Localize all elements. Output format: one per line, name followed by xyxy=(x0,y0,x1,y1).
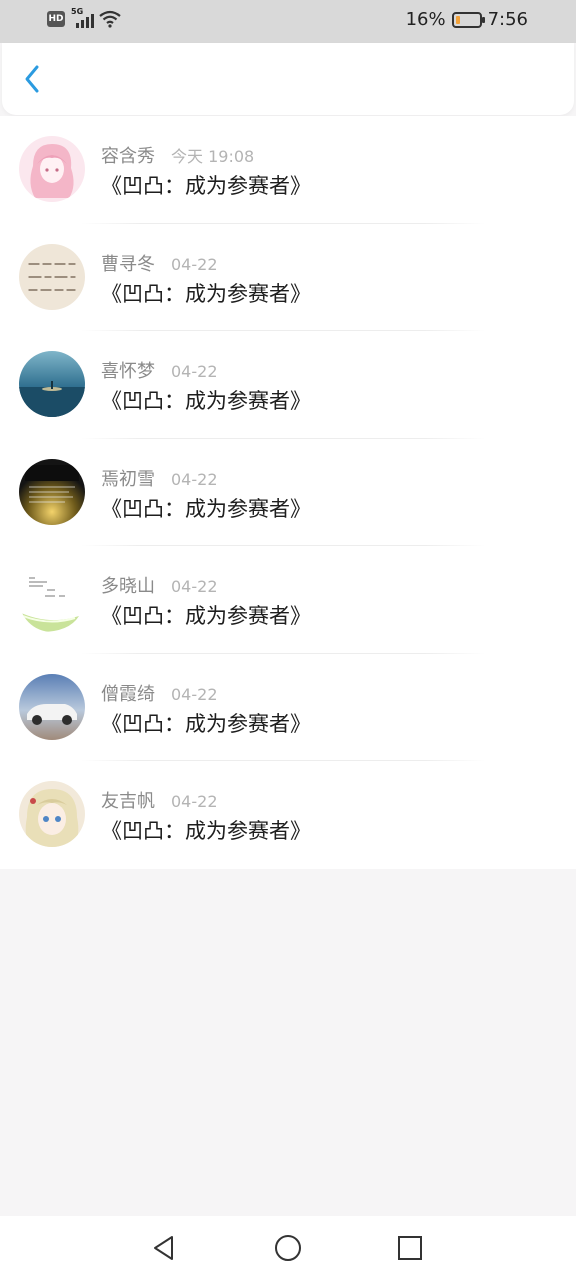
timestamp: 04-22 xyxy=(171,792,218,811)
timestamp: 今天 19:08 xyxy=(171,147,255,166)
avatar xyxy=(19,136,85,202)
status-bar: HD 5G 16% 7:56 xyxy=(0,0,576,43)
timestamp: 04-22 xyxy=(171,362,218,381)
timestamp: 04-22 xyxy=(171,684,218,704)
nav-back-button[interactable] xyxy=(148,1232,180,1264)
battery-level-fill xyxy=(455,15,460,24)
circle-home-icon xyxy=(275,1235,301,1261)
sender-name: 友吉帆 xyxy=(101,791,155,812)
sender-name: 焉初雪 xyxy=(101,468,155,490)
message-title: 《凹凸：成为参赛者》 xyxy=(101,819,311,843)
app-header xyxy=(2,43,574,115)
back-button[interactable] xyxy=(16,63,48,95)
sender-name: 多晓山 xyxy=(101,576,155,597)
timestamp: 04-22 xyxy=(171,469,218,489)
timestamp: 04-22 xyxy=(171,577,218,596)
list-item[interactable]: 曹寻冬 04-22 《凹凸：成为参赛者》 xyxy=(0,224,576,331)
battery-icon xyxy=(451,11,485,28)
message-title: 《凹凸：成为参赛者》 xyxy=(101,389,311,413)
avatar xyxy=(19,351,85,417)
sender-name: 容含秀 xyxy=(101,146,155,167)
list-item[interactable]: 喜怀梦 04-22 《凹凸：成为参赛者》 xyxy=(0,331,576,439)
avatar xyxy=(19,673,85,740)
message-list: 容含秀 今天 19:08 《凹凸：成为参赛者》 曹寻冬 04-22 《凹凸：成为… xyxy=(0,116,576,869)
timestamp: 04-22 xyxy=(171,254,218,274)
message-title: 《凹凸：成为参赛者》 xyxy=(101,496,311,521)
message-title: 《凹凸：成为参赛者》 xyxy=(101,604,311,628)
list-item[interactable]: 僧霞绮 04-22 《凹凸：成为参赛者》 xyxy=(0,654,576,761)
message-title: 《凹凸：成为参赛者》 xyxy=(101,711,311,736)
system-nav-bar xyxy=(0,1216,576,1280)
list-item[interactable]: 焉初雪 04-22 《凹凸：成为参赛者》 xyxy=(0,439,576,546)
sender-name: 曹寻冬 xyxy=(101,253,155,275)
wifi-icon xyxy=(99,10,121,28)
avatar xyxy=(19,781,85,847)
square-recents-icon xyxy=(398,1236,422,1260)
message-title: 《凹凸：成为参赛者》 xyxy=(101,174,311,198)
avatar xyxy=(19,458,85,525)
sender-name: 喜怀梦 xyxy=(101,361,155,382)
message-title: 《凹凸：成为参赛者》 xyxy=(101,281,311,306)
triangle-back-icon xyxy=(154,1236,173,1260)
nav-recents-button[interactable] xyxy=(394,1232,426,1264)
chevron-left-icon xyxy=(25,65,39,93)
list-item[interactable]: 多晓山 04-22 《凹凸：成为参赛者》 xyxy=(0,546,576,654)
sender-name: 僧霞绮 xyxy=(101,683,155,705)
clock: 7:56 xyxy=(487,9,528,30)
cellular-signal-icon: 5G xyxy=(71,7,94,28)
battery-percent: 16% xyxy=(405,9,446,30)
list-item[interactable]: 友吉帆 04-22 《凹凸：成为参赛者》 xyxy=(0,761,576,869)
hd-badge: HD xyxy=(47,11,65,27)
status-right: 16% 7:56 xyxy=(406,9,528,30)
avatar xyxy=(19,243,85,310)
list-item[interactable]: 容含秀 今天 19:08 《凹凸：成为参赛者》 xyxy=(0,116,576,224)
nav-home-button[interactable] xyxy=(272,1232,304,1264)
avatar xyxy=(19,566,85,632)
status-left: HD 5G xyxy=(47,7,121,28)
